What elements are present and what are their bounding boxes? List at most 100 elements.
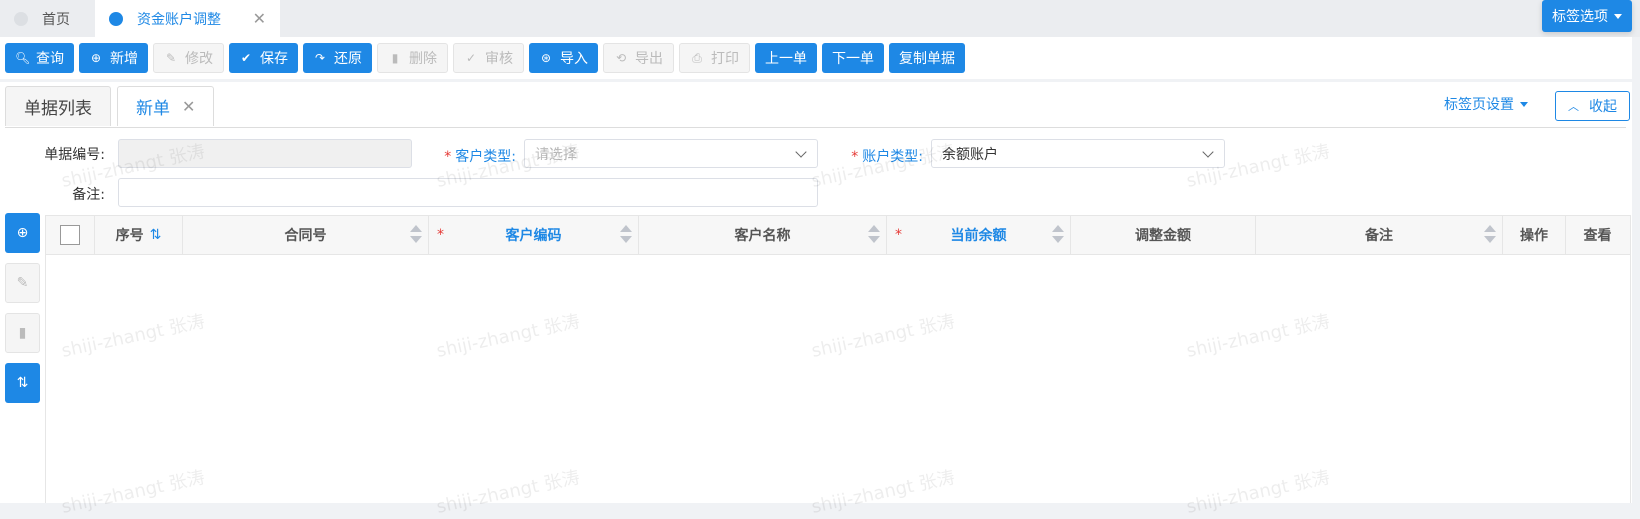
chevron-down-icon (795, 146, 807, 158)
next-doc-button[interactable]: 下一单 (822, 43, 884, 73)
required-star: * (437, 227, 444, 243)
col-customer-name[interactable]: 客户名称 (639, 216, 887, 254)
delete-button[interactable]: ▮ 删除 (377, 43, 448, 73)
required-star: * (895, 227, 902, 243)
col-customer-code-label: 客户编码 (505, 228, 562, 244)
customer-type-select[interactable]: 请选择 (524, 139, 818, 168)
col-view: 查看 (1566, 216, 1629, 254)
chevron-up-icon: ︿ (1568, 100, 1579, 113)
sort-icon[interactable] (620, 225, 632, 245)
print-button-label: 打印 (711, 51, 739, 67)
restore-button[interactable]: ↷ 还原 (303, 43, 372, 73)
top-tab-bar: 首页 资金账户调整 ✕ 标签选项 (0, 0, 1640, 37)
caret-down-icon (1614, 13, 1622, 19)
col-contract-no[interactable]: 合同号 (183, 216, 429, 254)
save-button-label: 保存 (260, 51, 288, 67)
edit-row-button[interactable]: ✎ (5, 263, 40, 303)
col-remark[interactable]: 备注 (1256, 216, 1503, 254)
sort-icon[interactable] (868, 225, 880, 245)
delete-button-label: 删除 (409, 51, 437, 67)
printer-icon: ⎙ (692, 50, 702, 65)
account-type-value: 余额账户 (942, 146, 998, 163)
sort-icon[interactable] (1052, 225, 1064, 245)
sort-icon[interactable] (410, 225, 422, 245)
tag-options-label: 标签选项 (1552, 9, 1608, 25)
export-icon: ⟲ (615, 51, 627, 65)
circle-icon (14, 11, 28, 26)
query-button[interactable]: 🔍︎ 查询 (5, 43, 74, 73)
col-customer-code[interactable]: * 客户编码 (429, 216, 639, 254)
tab-fund-account-adjust-label: 资金账户调整 (137, 11, 221, 28)
tab-settings-label: 标签页设置 (1444, 97, 1514, 113)
tab-doc-list-label: 单据列表 (24, 99, 92, 119)
tab-home-label: 首页 (42, 11, 70, 28)
audit-button[interactable]: ✓ 审核 (453, 43, 524, 73)
import-icon: ⊛ (540, 51, 552, 65)
edit-button[interactable]: ✎ 修改 (153, 43, 224, 73)
remark-input[interactable] (118, 178, 818, 207)
remark-label: 备注: (72, 187, 105, 203)
doc-no-input[interactable] (118, 139, 412, 168)
query-button-label: 查询 (36, 51, 64, 67)
swap-icon: ⇅ (16, 375, 29, 391)
select-all-checkbox[interactable] (60, 225, 80, 245)
chevron-down-icon (1520, 101, 1528, 107)
col-customer-name-label: 客户名称 (734, 228, 791, 244)
col-current-balance[interactable]: * 当前余额 (887, 216, 1071, 254)
refresh-rows-button[interactable]: ⇅ (5, 363, 40, 403)
export-button[interactable]: ⟲ 导出 (603, 43, 674, 73)
copy-doc-button-label: 复制单据 (899, 51, 955, 67)
tab-doc-list[interactable]: 单据列表 (5, 86, 111, 126)
add-button-label: 新增 (110, 51, 138, 67)
edit-button-label: 修改 (185, 51, 213, 67)
search-icon: 🔍︎ (15, 51, 31, 65)
col-contract-no-label: 合同号 (284, 228, 327, 244)
delete-row-button[interactable]: ▮ (5, 313, 40, 353)
tag-options-button[interactable]: 标签选项 (1542, 0, 1632, 32)
audit-button-label: 审核 (485, 51, 513, 67)
col-remark-label: 备注 (1365, 228, 1393, 244)
chevron-down-icon (1202, 146, 1214, 158)
print-button[interactable]: ⎙ 打印 (679, 43, 750, 73)
save-button[interactable]: ✔ 保存 (229, 43, 298, 73)
col-adjust-amount[interactable]: 调整金额 (1071, 216, 1256, 254)
close-icon[interactable]: ✕ (253, 9, 266, 28)
previous-doc-button-label: 上一单 (765, 51, 807, 67)
collapse-label: 收起 (1589, 99, 1617, 115)
customer-type-label-text: 客户类型: (455, 149, 516, 165)
customer-type-label: * 客户类型: (428, 146, 516, 166)
tab-fund-account-adjust[interactable]: 资金账户调整 ✕ (95, 0, 280, 37)
circle-icon (109, 11, 123, 26)
import-button-label: 导入 (560, 51, 588, 67)
collapse-button[interactable]: ︿ 收起 (1555, 91, 1630, 121)
tab-settings-dropdown[interactable]: 标签页设置 (1444, 94, 1528, 114)
trash-icon: ▮ (18, 325, 27, 341)
swap-icon[interactable]: ⇅ (150, 227, 162, 243)
tab-new-doc[interactable]: 新单 ✕ (117, 86, 215, 126)
tab-home[interactable]: 首页 (0, 0, 89, 37)
redo-icon: ↷ (314, 51, 326, 65)
account-type-label-text: 账户类型: (862, 149, 923, 165)
customer-type-placeholder: 请选择 (535, 146, 577, 163)
copy-doc-button[interactable]: 复制单据 (889, 43, 965, 73)
plus-circle-icon: ⊕ (90, 51, 102, 65)
sort-icon[interactable] (1484, 225, 1496, 245)
col-seq[interactable]: 序号 ⇅ (95, 216, 183, 254)
restore-button-label: 还原 (334, 51, 362, 67)
col-current-balance-label: 当前余额 (950, 228, 1007, 244)
pencil-icon: ✎ (165, 51, 177, 65)
required-star: * (444, 149, 452, 165)
col-seq-label: 序号 (115, 228, 144, 244)
import-button[interactable]: ⊛ 导入 (529, 43, 598, 73)
select-all-cell (46, 216, 95, 254)
add-row-button[interactable]: ⊕ (5, 213, 40, 253)
sub-tab-bar: 单据列表 新单 ✕ (5, 86, 220, 126)
account-type-select[interactable]: 余额账户 (931, 139, 1225, 168)
close-icon[interactable]: ✕ (182, 97, 195, 116)
add-button[interactable]: ⊕ 新增 (79, 43, 148, 73)
pencil-icon: ✎ (16, 275, 29, 291)
required-star: * (851, 149, 859, 165)
detail-grid: 序号 ⇅ 合同号 * 客户编码 客户名称 * 当前余额 调整金额 备注 操作 查看 (45, 215, 1631, 503)
check-icon: ✔ (240, 51, 252, 65)
previous-doc-button[interactable]: 上一单 (755, 43, 817, 73)
